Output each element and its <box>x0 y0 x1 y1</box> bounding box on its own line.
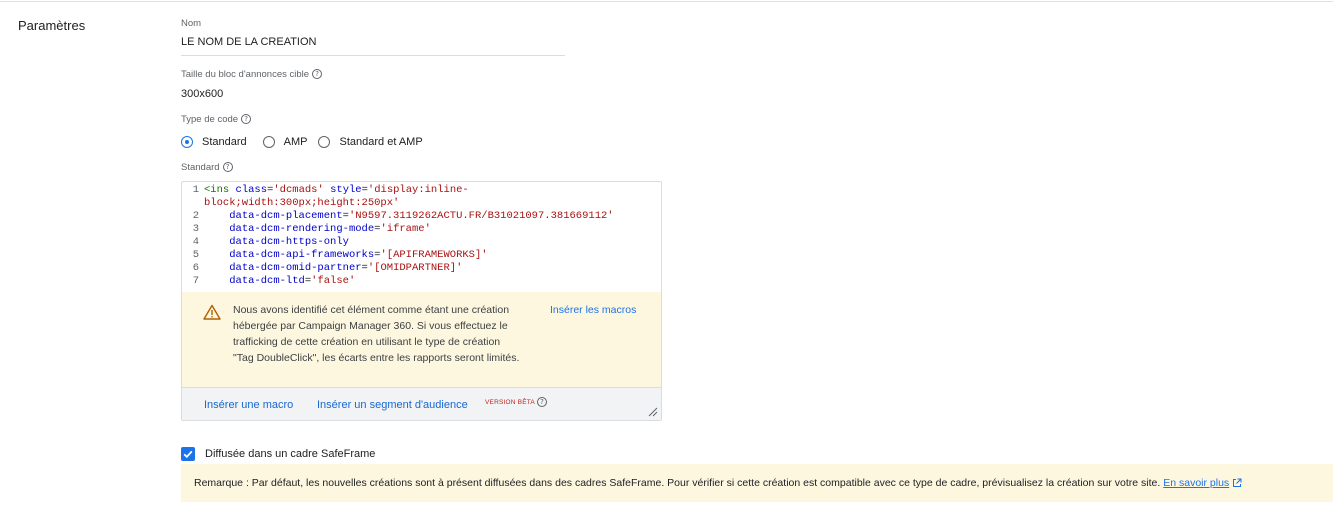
code-line: 3 data-dcm-rendering-mode='iframe' <box>182 223 661 236</box>
radio-standard[interactable] <box>181 136 193 148</box>
size-label-row: Taille du bloc d'annonces cible? <box>181 69 323 80</box>
radio-standard-amp[interactable] <box>317 136 330 148</box>
code-area[interactable]: 1 <ins class='dcmads' style='display:inl… <box>182 184 661 292</box>
external-link-icon[interactable] <box>1232 478 1242 488</box>
beta-badge: VERSION BÊTA <box>485 399 535 406</box>
note-text: Remarque : Par défaut, les nouvelles cré… <box>194 477 1161 489</box>
code-editor-footer: Insérer une macro Insérer un segment d'a… <box>182 387 661 420</box>
radio-standard-label[interactable]: Standard <box>202 136 247 148</box>
radio-amp-label[interactable]: AMP <box>284 136 308 148</box>
insert-audience-segment-button[interactable]: Insérer un segment d'audience <box>317 399 468 411</box>
safeframe-label[interactable]: Diffusée dans un cadre SafeFrame <box>205 448 375 460</box>
line-number: 2 <box>192 210 199 222</box>
safeframe-note: Remarque : Par défaut, les nouvelles cré… <box>181 464 1333 502</box>
insert-macro-button[interactable]: Insérer une macro <box>204 399 293 411</box>
line-number: 1 <box>192 184 199 196</box>
radio-amp[interactable] <box>262 136 275 148</box>
code-line: 4 data-dcm-https-only <box>182 236 661 249</box>
size-value: 300x600 <box>181 88 224 100</box>
code-line: 5 data-dcm-api-frameworks='[APIFRAMEWORK… <box>182 249 661 262</box>
standard-label-row: Standard? <box>181 162 233 173</box>
checkmark-icon <box>183 450 193 459</box>
name-input-underline <box>181 55 565 56</box>
code-type-label-row: Type de code? <box>181 114 252 125</box>
help-icon[interactable]: ? <box>537 397 547 407</box>
line-number: 4 <box>192 236 199 248</box>
code-type-label: Type de code <box>181 114 239 125</box>
radio-standard-amp-label[interactable]: Standard et AMP <box>340 136 423 148</box>
code-line: 2 data-dcm-placement='N9597.3119262ACTU.… <box>182 210 661 223</box>
code-line: 7 data-dcm-ltd='false' <box>182 275 661 288</box>
line-number: 6 <box>192 262 199 274</box>
code-editor[interactable]: 1 <ins class='dcmads' style='display:inl… <box>181 181 662 421</box>
name-label: Nom <box>181 18 202 29</box>
code-text: data-dcm-omid-partner='[OMIDPARTNER]' <box>229 262 463 274</box>
code-line: 6 data-dcm-omid-partner='[OMIDPARTNER]' <box>182 262 661 275</box>
learn-more-link[interactable]: En savoir plus <box>1163 477 1229 489</box>
warning-banner: Nous avons identifié cet élément comme é… <box>182 292 661 387</box>
safeframe-checkbox[interactable] <box>181 447 195 461</box>
top-divider <box>0 1 1333 2</box>
line-number: 7 <box>192 275 199 287</box>
code-text: data-dcm-api-frameworks='[APIFRAMEWORKS]… <box>229 249 488 261</box>
code-text: data-dcm-rendering-mode='iframe' <box>229 223 431 235</box>
code-text: data-dcm-https-only <box>229 236 349 248</box>
code-text: data-dcm-placement='N9597.3119262ACTU.FR… <box>229 210 614 222</box>
line-number: 3 <box>192 223 199 235</box>
note-content: Remarque : Par défaut, les nouvelles cré… <box>194 477 1242 489</box>
section-title: Paramètres <box>18 18 86 33</box>
warning-text: Nous avons identifié cet élément comme é… <box>233 304 520 364</box>
code-text: data-dcm-ltd='false' <box>229 275 356 287</box>
standard-label: Standard <box>181 162 220 173</box>
line-number: 5 <box>192 249 199 261</box>
code-type-radio-group: Standard AMP Standard et AMP <box>181 133 432 151</box>
help-icon[interactable]: ? <box>241 114 252 125</box>
code-text: <ins class='dcmads' style='display:inlin… <box>204 184 469 209</box>
resize-handle-icon[interactable] <box>648 407 658 417</box>
code-line: 1 <ins class='dcmads' style='display:inl… <box>182 184 661 210</box>
size-label: Taille du bloc d'annonces cible <box>181 69 310 80</box>
insert-macros-link[interactable]: Insérer les macros <box>550 304 636 316</box>
name-input[interactable]: LE NOM DE LA CREATION <box>181 36 317 48</box>
help-icon[interactable]: ? <box>312 69 323 80</box>
help-icon[interactable]: ? <box>222 162 233 173</box>
warning-icon <box>203 304 221 320</box>
